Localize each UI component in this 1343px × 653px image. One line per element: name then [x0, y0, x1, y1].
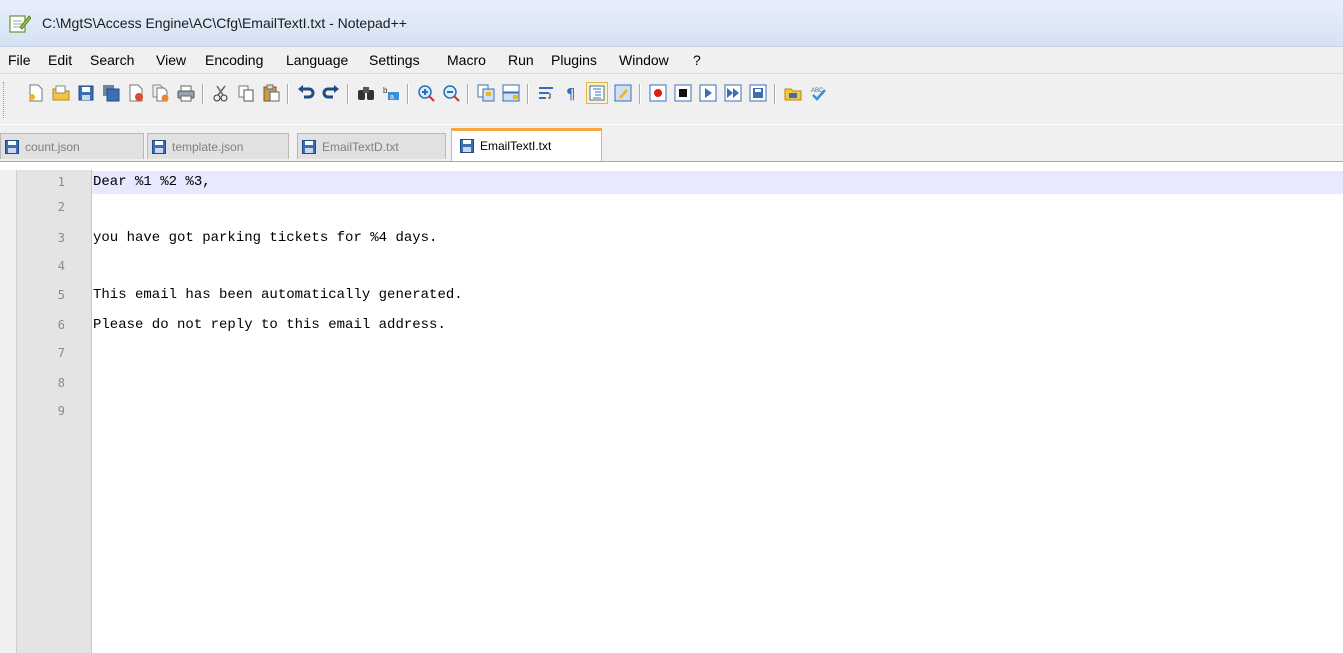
tab-label: EmailTextI.txt — [480, 139, 552, 153]
line-number: 7 — [57, 346, 65, 360]
tab-count-json[interactable]: count.json — [0, 133, 144, 159]
record-macro-icon[interactable] — [647, 82, 669, 104]
menu-encoding[interactable]: Encoding — [205, 52, 263, 68]
menu-macro[interactable]: Macro — [447, 52, 486, 68]
current-line-highlight — [92, 171, 1343, 194]
menu-edit[interactable]: Edit — [48, 52, 72, 68]
menu-language[interactable]: Language — [286, 52, 348, 68]
copy-icon[interactable] — [235, 82, 257, 104]
saved-file-icon — [302, 139, 316, 154]
menu-file[interactable]: File — [8, 52, 31, 68]
line-number: 8 — [57, 376, 65, 390]
paste-icon[interactable] — [260, 82, 282, 104]
svg-text:¶: ¶ — [566, 85, 576, 102]
menu-settings[interactable]: Settings — [369, 52, 420, 68]
toolbar-separator — [467, 84, 469, 104]
line-number: 6 — [57, 318, 65, 332]
tab-label: count.json — [25, 139, 80, 154]
menu-view[interactable]: View — [156, 52, 186, 68]
zoom-out-icon[interactable] — [440, 82, 462, 104]
tab-emailtexti-txt[interactable]: EmailTextI.txt — [451, 128, 602, 161]
toolbar-separator — [347, 84, 349, 104]
replace-icon[interactable]: ba — [380, 82, 402, 104]
sync-vertical-icon[interactable] — [475, 82, 497, 104]
editor-line[interactable]: you have got parking tickets for %4 days… — [93, 230, 437, 246]
menu-help[interactable]: ? — [693, 52, 701, 68]
saved-file-icon — [5, 139, 19, 154]
notepad-plus-plus-icon — [9, 15, 31, 33]
close-icon[interactable] — [125, 82, 147, 104]
editor-line[interactable]: This email has been automatically genera… — [93, 287, 463, 303]
menu-window[interactable]: Window — [619, 52, 669, 68]
svg-text:b: b — [383, 86, 388, 95]
menu-search[interactable]: Search — [90, 52, 134, 68]
toolbar-separator — [527, 84, 529, 104]
line-number: 5 — [57, 288, 65, 302]
toolbar-separator — [407, 84, 409, 104]
editor-area[interactable]: 1 2 3 4 5 6 7 8 9 Dear %1 %2 %3, you hav… — [0, 170, 1343, 653]
open-file-icon[interactable] — [50, 82, 72, 104]
line-number: 1 — [57, 175, 65, 189]
menu-bar: File Edit Search View Encoding Language … — [0, 47, 1343, 74]
left-margin-strip — [0, 170, 17, 653]
toolbar: ba ¶ ABC — [0, 74, 1343, 124]
indent-guide-icon[interactable] — [586, 82, 608, 104]
zoom-in-icon[interactable] — [415, 82, 437, 104]
title-bar: C:\MgtS\Access Engine\AC\Cfg\EmailTextI.… — [0, 0, 1343, 47]
svg-text:a: a — [390, 94, 394, 101]
toolbar-separator — [774, 84, 776, 104]
save-macro-icon[interactable] — [747, 82, 769, 104]
user-language-icon[interactable] — [612, 82, 634, 104]
word-wrap-icon[interactable] — [535, 82, 557, 104]
sync-horizontal-icon[interactable] — [500, 82, 522, 104]
toolbar-separator — [639, 84, 641, 104]
spell-check-icon[interactable]: ABC — [807, 82, 829, 104]
redo-icon[interactable] — [320, 82, 342, 104]
print-icon[interactable] — [175, 82, 197, 104]
editor-line[interactable]: Dear %1 %2 %3, — [93, 174, 211, 190]
line-number: 4 — [57, 259, 65, 273]
new-file-icon[interactable] — [25, 82, 47, 104]
show-all-characters-icon[interactable]: ¶ — [560, 82, 582, 104]
window-title: C:\MgtS\Access Engine\AC\Cfg\EmailTextI.… — [42, 15, 407, 31]
line-number: 2 — [57, 200, 65, 214]
toolbar-separator — [287, 84, 289, 104]
save-all-icon[interactable] — [100, 82, 122, 104]
undo-icon[interactable] — [295, 82, 317, 104]
line-number: 9 — [57, 404, 65, 418]
toolbar-separator — [202, 84, 204, 104]
editor-line[interactable]: Please do not reply to this email addres… — [93, 317, 446, 333]
tab-label: EmailTextD.txt — [322, 139, 399, 154]
tab-emailtextd-txt[interactable]: EmailTextD.txt — [297, 133, 446, 159]
run-macro-multiple-icon[interactable] — [722, 82, 744, 104]
save-icon[interactable] — [75, 82, 97, 104]
playback-macro-icon[interactable] — [697, 82, 719, 104]
tab-label: template.json — [172, 139, 244, 154]
tab-bar: count.json template.json EmailTextD.txt … — [0, 125, 1343, 162]
menu-plugins[interactable]: Plugins — [551, 52, 597, 68]
cut-icon[interactable] — [210, 82, 232, 104]
find-icon[interactable] — [355, 82, 377, 104]
line-number: 3 — [57, 231, 65, 245]
close-all-icon[interactable] — [150, 82, 172, 104]
toolbar-grip[interactable] — [3, 82, 7, 118]
saved-file-icon — [460, 139, 474, 153]
menu-run[interactable]: Run — [508, 52, 534, 68]
folder-workspace-icon[interactable] — [782, 82, 804, 104]
saved-file-icon — [152, 139, 166, 154]
tab-template-json[interactable]: template.json — [147, 133, 289, 159]
stop-recording-icon[interactable] — [672, 82, 694, 104]
